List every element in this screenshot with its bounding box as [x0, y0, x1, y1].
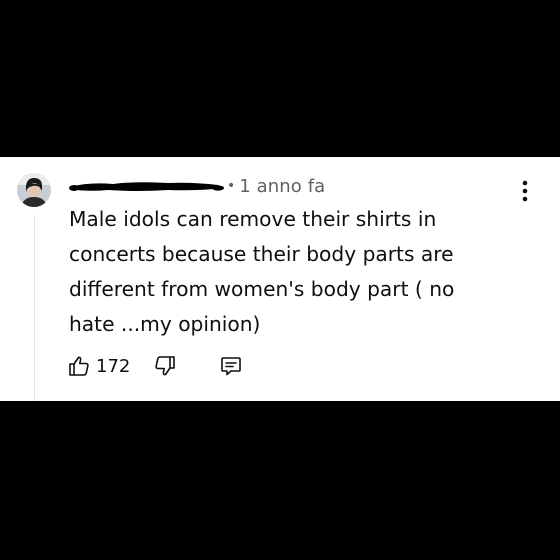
more-menu-button[interactable] — [513, 178, 537, 204]
avatar[interactable] — [17, 173, 51, 207]
comment-body: Male idols can remove their shirts in co… — [69, 207, 455, 336]
avatar-image — [17, 173, 51, 207]
screenshot-canvas: • 1 anno fa Male idols can remove their … — [0, 0, 560, 560]
reply-button[interactable] — [218, 353, 244, 379]
comment-actions: 172 — [66, 352, 244, 380]
thread-line — [34, 215, 35, 401]
like-count: 172 — [96, 355, 131, 377]
meta-separator: • — [227, 178, 236, 194]
more-vertical-icon — [522, 180, 528, 202]
comment-card: • 1 anno fa Male idols can remove their … — [0, 157, 560, 401]
like-button[interactable] — [66, 353, 92, 379]
dislike-button[interactable] — [152, 353, 178, 379]
thumbs-up-icon — [69, 356, 89, 376]
comment-bubble-icon — [221, 357, 242, 376]
comment-header: • 1 anno fa — [68, 174, 325, 198]
comment-timestamp: 1 anno fa — [239, 175, 326, 197]
thumbs-down-icon — [155, 356, 176, 376]
redacted-author-name — [68, 176, 226, 196]
